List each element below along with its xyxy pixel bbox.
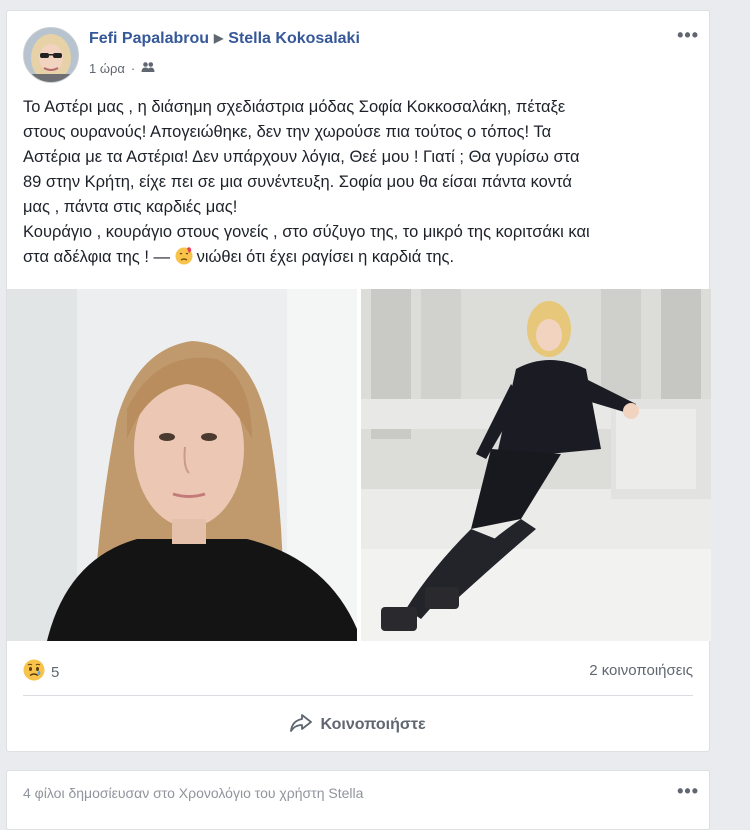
post-card: Fefi Papalabrou ▶ Stella Kokosalaki 1 ώρα … — [6, 10, 711, 752]
broken-heart-face-icon — [175, 247, 193, 273]
photo-seated[interactable] — [361, 289, 711, 641]
post-message: Το Αστέρι μας , η διάσημη σχεδιάστρια μό… — [23, 95, 693, 273]
post-text-last: στα αδέλφια της ! — — [23, 248, 175, 266]
photo-grid — [7, 289, 711, 641]
post-header: Fefi Papalabrou ▶ Stella Kokosalaki — [89, 30, 360, 48]
post-text-line: στους ουρανούς! Απογειώθηκε, δεν την χωρ… — [23, 123, 552, 141]
author-name[interactable]: Fefi Papalabrou — [89, 30, 209, 47]
post-options-button[interactable]: ••• — [677, 25, 699, 46]
post-text-line: μας , πάντα στις καρδιές μας! — [23, 198, 238, 216]
recipient-name[interactable]: Stella Kokosalaki — [228, 30, 360, 47]
next-post-options-button[interactable]: ••• — [677, 781, 699, 802]
play-arrow-icon: ▶ — [214, 31, 224, 45]
post-text-line: Αστέρια με τα Αστέρια! Δεν υπάρχουν λόγι… — [23, 148, 580, 166]
reaction-count: 5 — [51, 663, 60, 681]
next-post-card: 4 φίλοι δημοσίευσαν στο Χρονολόγιο του χ… — [6, 770, 710, 830]
post-text-line: Κουράγιο , κουράγιο στους γονείς , στο σ… — [23, 223, 590, 241]
reactions-summary[interactable]: 5 — [23, 659, 59, 685]
next-post-header[interactable]: 4 φίλοι δημοσίευσαν στο Χρονολόγιο του χ… — [23, 785, 363, 801]
share-button[interactable]: Κοινοποιήστε — [7, 707, 709, 743]
shares-count[interactable]: 2 κοινοποιήσεις — [589, 662, 693, 679]
post-text-line: Το Αστέρι μας , η διάσημη σχεδιάστρια μό… — [23, 98, 566, 116]
post-text-line: 89 στην Κρήτη, είχε πει σε μια συνέντευξ… — [23, 173, 572, 191]
friends-icon[interactable] — [141, 61, 155, 76]
post-timestamp[interactable]: 1 ώρα — [89, 61, 125, 76]
feeling-text[interactable]: νιώθει ότι έχει ραγίσει η καρδιά της. — [197, 248, 454, 266]
share-arrow-icon — [290, 713, 313, 737]
sad-face-icon — [23, 659, 45, 685]
author-avatar[interactable] — [23, 27, 79, 83]
post-meta: 1 ώρα · — [89, 61, 155, 76]
share-label: Κοινοποιήστε — [320, 716, 426, 733]
photo-portrait[interactable] — [7, 289, 357, 641]
post-text-line: στα αδέλφια της ! — νιώθει ότι έχει ραγί… — [23, 245, 693, 273]
actions-divider — [23, 695, 693, 696]
